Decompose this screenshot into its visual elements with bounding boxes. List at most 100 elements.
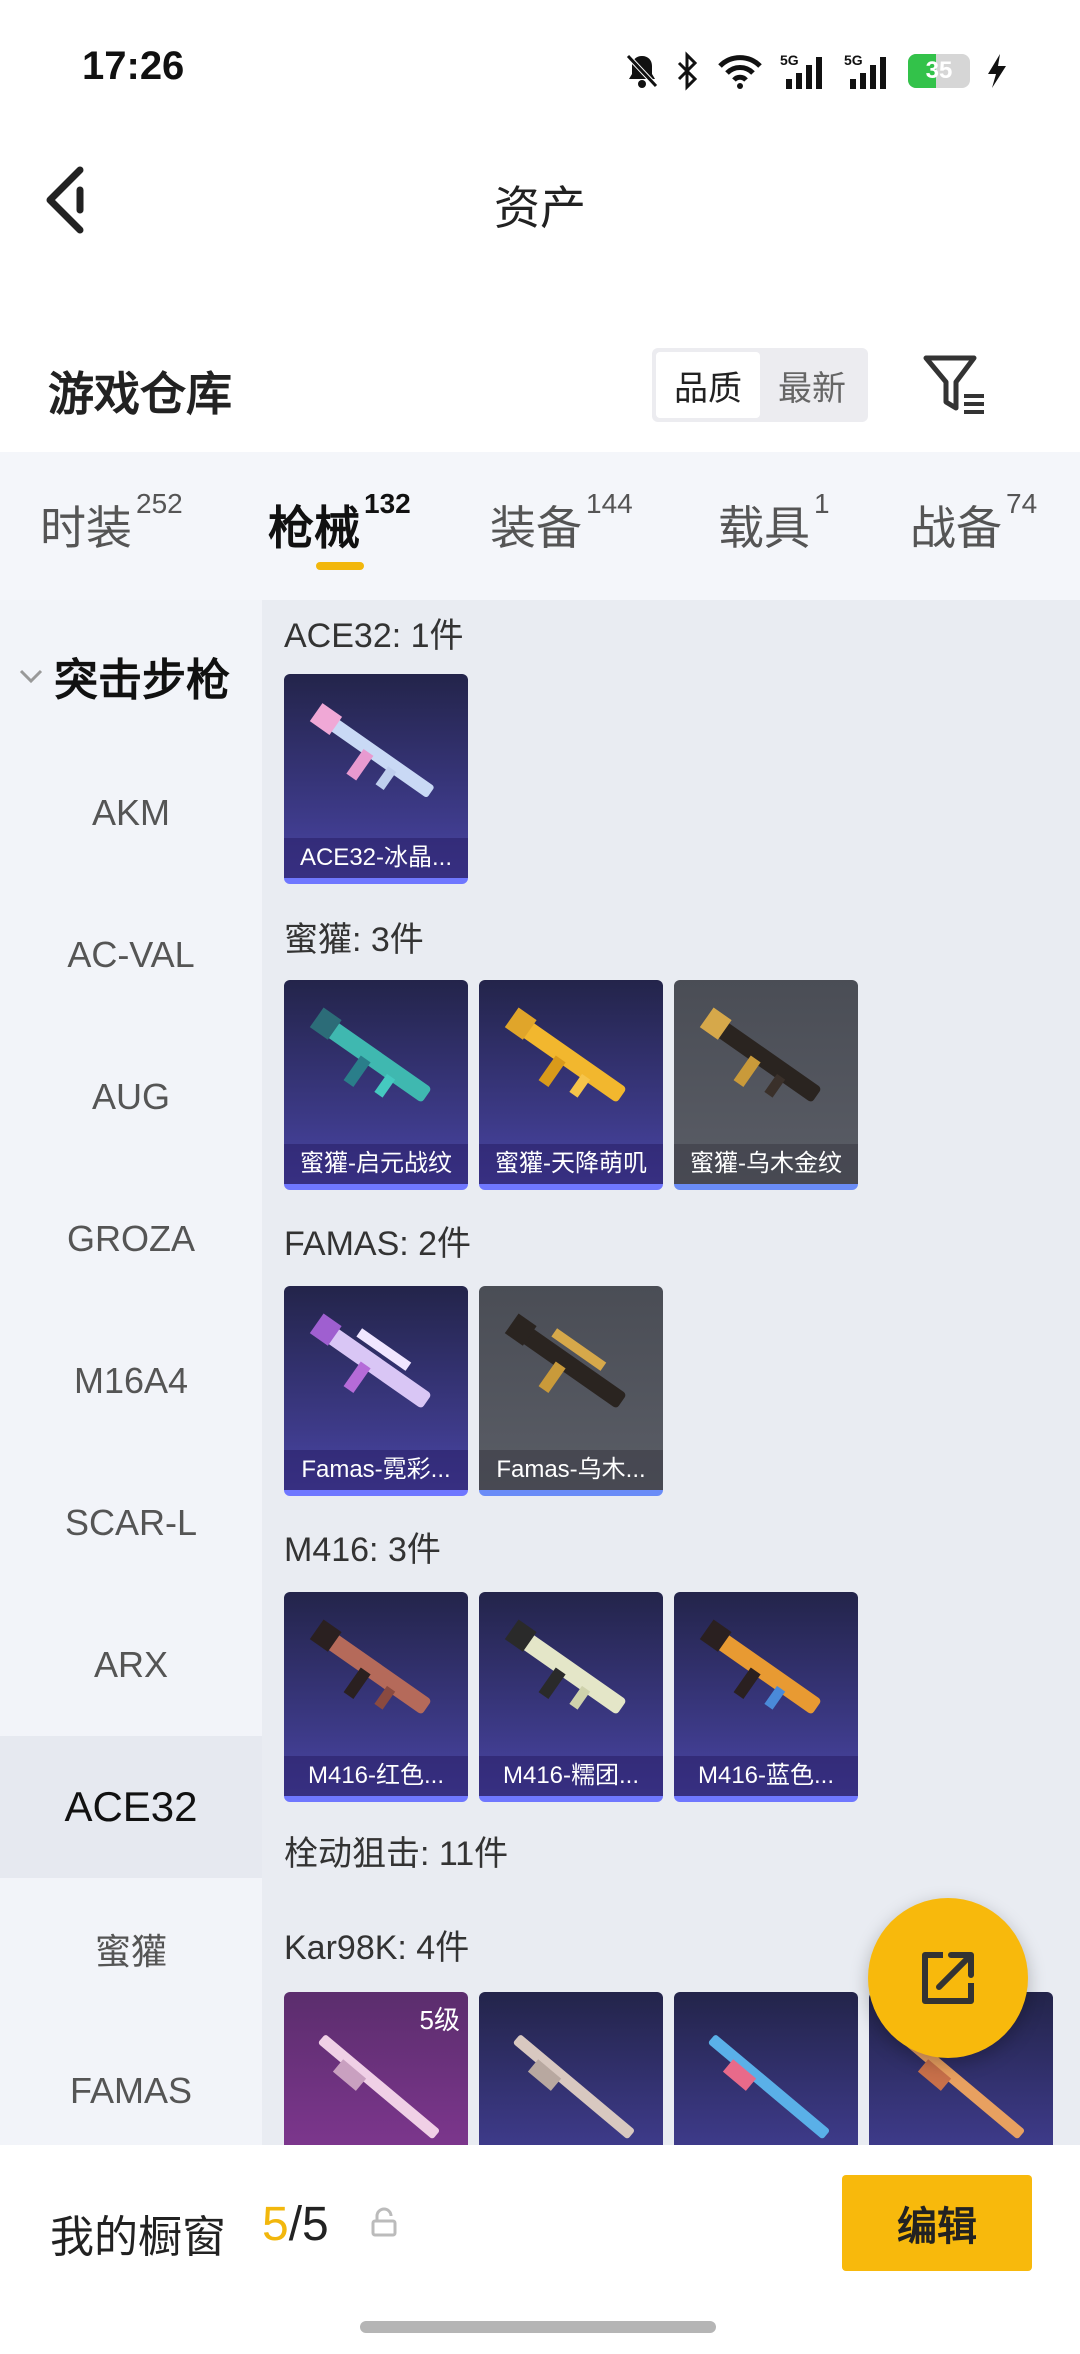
skin-name: M416-糯团... bbox=[479, 1756, 663, 1796]
skin-name: M416-红色... bbox=[284, 1756, 468, 1796]
showcase-count-current: 5 bbox=[262, 2198, 289, 2251]
skin-card[interactable]: 蜜獾-启元战纹 bbox=[284, 980, 468, 1190]
status-bar: 17:26 5G 5G 35 bbox=[0, 0, 1080, 140]
sort-quality-button[interactable]: 品质 bbox=[656, 352, 760, 418]
signal-5g-icon: 5G bbox=[780, 52, 822, 89]
tab-label: 枪械 bbox=[268, 502, 360, 554]
tab-count: 132 bbox=[364, 488, 411, 519]
skin-name: Famas-乌木... bbox=[479, 1450, 663, 1490]
rifle-image bbox=[309, 1619, 431, 1714]
group-title-ace32: ACE32: 1件 bbox=[284, 617, 464, 655]
skin-name: M416-蓝色... bbox=[674, 1756, 858, 1796]
rifle-image bbox=[504, 1619, 626, 1714]
tab-label: 战备 bbox=[910, 502, 1002, 554]
showcase-count-separator: / bbox=[288, 2198, 303, 2251]
rifle-image bbox=[309, 703, 434, 798]
sort-toggle: 品质 最新 bbox=[652, 348, 868, 422]
group-title-m416: M416: 3件 bbox=[284, 1531, 441, 1569]
showcase-title: 我的橱窗 bbox=[50, 2213, 226, 2262]
active-tab-indicator bbox=[316, 562, 364, 570]
tab-count: 252 bbox=[136, 488, 183, 519]
rifle-image bbox=[504, 1313, 626, 1408]
status-icons: 5G 5G 35 bbox=[624, 50, 1008, 92]
svg-text:5G: 5G bbox=[780, 52, 799, 68]
mute-icon bbox=[626, 54, 658, 88]
svg-text:5G: 5G bbox=[844, 52, 863, 68]
edit-button[interactable]: 编辑 bbox=[842, 2175, 1032, 2271]
rifle-image bbox=[309, 1313, 431, 1408]
skin-card[interactable]: M416-蓝色... bbox=[674, 1592, 858, 1802]
skin-card[interactable]: 蜜獾-乌木金纹 bbox=[674, 980, 858, 1190]
skin-card[interactable]: 5级 bbox=[284, 1992, 468, 2145]
tab-count: 1 bbox=[814, 488, 830, 519]
skin-card[interactable]: 蜜獾-天降萌叽 bbox=[479, 980, 663, 1190]
skin-name: 蜜獾-天降萌叽 bbox=[479, 1144, 663, 1184]
skin-card[interactable] bbox=[674, 1992, 858, 2145]
group-title-famas: FAMAS: 2件 bbox=[284, 1225, 472, 1263]
sidebar-item-ace32[interactable]: ACE32 bbox=[0, 1736, 262, 1878]
sort-newest-button[interactable]: 最新 bbox=[760, 352, 864, 418]
bluetooth-icon bbox=[677, 51, 698, 91]
sidebar-item-akm[interactable]: AKM bbox=[0, 742, 262, 884]
skin-name: Famas-霓彩... bbox=[284, 1450, 468, 1490]
tab-label: 载具 bbox=[718, 502, 810, 554]
share-icon bbox=[922, 1952, 974, 2004]
skin-name: 蜜獾-启元战纹 bbox=[284, 1144, 468, 1184]
sidebar-item-m16a4[interactable]: M16A4 bbox=[0, 1310, 262, 1452]
skin-card[interactable]: ACE32-冰晶... bbox=[284, 674, 468, 884]
tab-count: 144 bbox=[586, 488, 633, 519]
group-title-kar98k: Kar98K: 4件 bbox=[284, 1929, 470, 1967]
top-bar: 资产 bbox=[0, 140, 1080, 270]
sidebar-item-ac-val[interactable]: AC-VAL bbox=[0, 884, 262, 1026]
rifle-image bbox=[504, 1007, 626, 1102]
chevron-down-icon bbox=[19, 669, 43, 684]
showcase-count: 5/5 bbox=[262, 2197, 329, 2252]
sidebar-item-aug[interactable]: AUG bbox=[0, 1026, 262, 1168]
tab-guns[interactable]: 枪械 132 bbox=[268, 488, 411, 558]
rifle-image bbox=[699, 1619, 821, 1714]
home-indicator[interactable] bbox=[360, 2321, 716, 2333]
skin-card[interactable]: Famas-乌木... bbox=[479, 1286, 663, 1496]
skin-card[interactable]: M416-糯团... bbox=[479, 1592, 663, 1802]
skin-card[interactable]: Famas-霓彩... bbox=[284, 1286, 468, 1496]
signal-5g-icon-2: 5G bbox=[844, 52, 886, 89]
tab-count: 74 bbox=[1006, 488, 1038, 519]
sidebar-item-arx[interactable]: ARX bbox=[0, 1594, 262, 1736]
sidebar-category[interactable]: 突击步枪 bbox=[18, 644, 230, 708]
sniper-rifle-image bbox=[708, 2035, 830, 2139]
filter-icon[interactable] bbox=[920, 350, 990, 420]
skin-card[interactable]: M416-红色... bbox=[284, 1592, 468, 1802]
tab-label: 装备 bbox=[490, 502, 582, 554]
share-button[interactable] bbox=[868, 1898, 1028, 2058]
rifle-image bbox=[699, 1007, 821, 1102]
warehouse-header: 游戏仓库 品质 最新 bbox=[0, 330, 1080, 450]
group-title-bolt-action: 栓动狙击: 11件 bbox=[284, 1835, 509, 1873]
sidebar-category-label: 突击步枪 bbox=[54, 656, 230, 705]
page-title: 资产 bbox=[494, 182, 586, 234]
category-tabs: 时装 252 枪械 132 装备 144 载具 1 战备 74 bbox=[0, 452, 1080, 600]
status-time: 17:26 bbox=[82, 44, 185, 88]
tab-label: 时装 bbox=[40, 502, 132, 554]
skin-name: 蜜獾-乌木金纹 bbox=[674, 1144, 858, 1184]
wifi-icon bbox=[718, 55, 762, 89]
tab-vehicles[interactable]: 载具 1 bbox=[718, 488, 830, 558]
skin-name: ACE32-冰晶... bbox=[284, 838, 468, 878]
battery-icon: 35 bbox=[908, 54, 970, 88]
charging-icon bbox=[988, 54, 1006, 88]
rifle-image bbox=[309, 1007, 431, 1102]
skin-card[interactable] bbox=[479, 1992, 663, 2145]
warehouse-title: 游戏仓库 bbox=[48, 368, 232, 420]
tab-supplies[interactable]: 战备 74 bbox=[910, 488, 1037, 558]
showcase-count-total: 5 bbox=[302, 2198, 329, 2251]
tab-fashion[interactable]: 时装 252 bbox=[40, 488, 183, 558]
sniper-rifle-image bbox=[513, 2035, 635, 2139]
tab-equipment[interactable]: 装备 144 bbox=[490, 488, 633, 558]
lock-icon[interactable] bbox=[370, 2207, 398, 2237]
battery-level: 35 bbox=[925, 57, 953, 84]
group-title-honey-badger: 蜜獾: 3件 bbox=[284, 921, 424, 959]
sidebar-item-scar-l[interactable]: SCAR-L bbox=[0, 1452, 262, 1594]
sidebar-item-famas[interactable]: FAMAS bbox=[0, 2020, 262, 2162]
sniper-rifle-image bbox=[318, 2035, 440, 2139]
sidebar-item-honey-badger[interactable]: 蜜獾 bbox=[0, 1878, 262, 2020]
sidebar-item-groza[interactable]: GROZA bbox=[0, 1168, 262, 1310]
